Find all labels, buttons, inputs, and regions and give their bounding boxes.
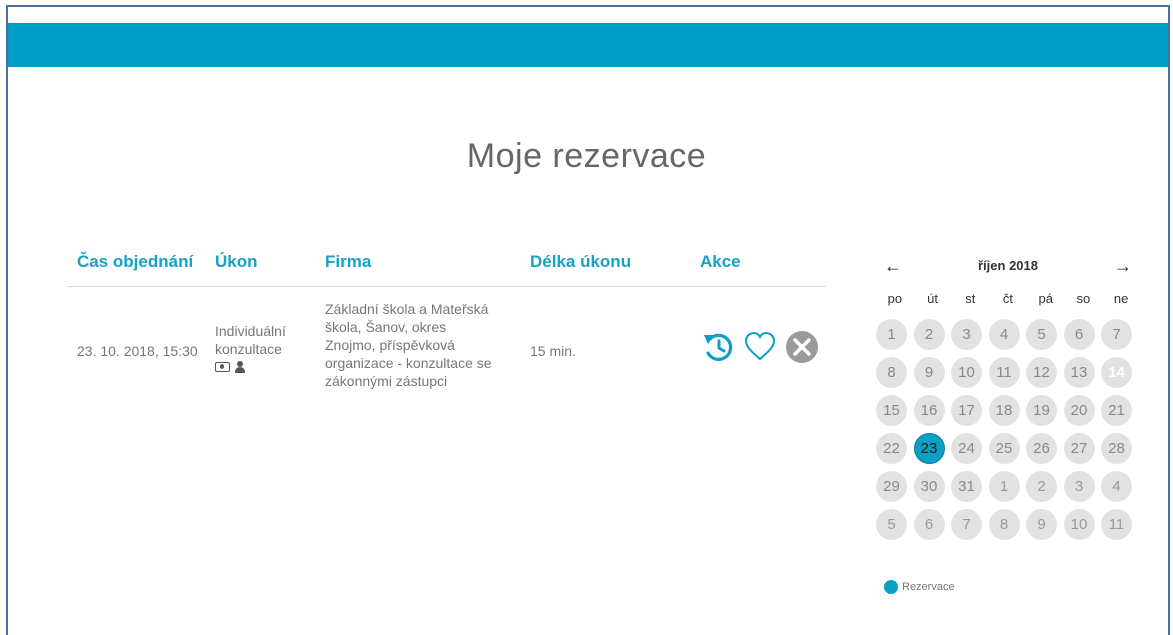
weekday-label: út <box>927 291 938 306</box>
firm-line: zákonnými zástupci <box>325 373 448 389</box>
weekday-label: st <box>965 291 976 306</box>
header-order-time[interactable]: Čas objednání <box>77 252 193 272</box>
top-bar <box>8 23 1168 67</box>
calendar-day[interactable]: 12 <box>1026 357 1057 388</box>
calendar-day[interactable]: 20 <box>1063 395 1095 426</box>
header-length[interactable]: Délka úkonu <box>530 252 631 272</box>
calendar-day[interactable]: 27 <box>1063 433 1095 464</box>
weekday-label: ne <box>1113 291 1129 306</box>
header-firm[interactable]: Firma <box>325 252 371 272</box>
weekday-label: pá <box>1038 291 1053 306</box>
calendar-day[interactable]: 16 <box>913 395 945 426</box>
calendar-day[interactable]: 9 <box>1026 509 1057 540</box>
calendar-day[interactable]: 8 <box>988 509 1020 540</box>
calendar-day[interactable]: 3 <box>951 319 982 350</box>
calendar-day[interactable]: 2 <box>1026 471 1057 502</box>
weekday-label: so <box>1076 291 1091 306</box>
calendar-day[interactable]: 4 <box>1101 471 1132 502</box>
calendar-day[interactable]: 13 <box>1063 357 1095 388</box>
calendar-day[interactable]: 10 <box>1063 509 1095 540</box>
header-actions: Akce <box>700 252 741 271</box>
calendar-day[interactable]: 18 <box>988 395 1020 426</box>
next-month-arrow-icon[interactable]: → <box>1114 255 1132 277</box>
calendar-day[interactable]: 9 <box>913 357 945 388</box>
calendar-day[interactable]: 11 <box>1101 509 1132 540</box>
service-length: 15 min. <box>530 343 576 359</box>
calendar-day[interactable]: 5 <box>876 509 907 540</box>
calendar-legend: Rezervace <box>884 580 955 594</box>
calendar-day[interactable]: 23 <box>913 433 945 464</box>
calendar-day[interactable]: 24 <box>951 433 982 464</box>
cancel-icon[interactable] <box>784 329 820 365</box>
calendar-day[interactable]: 5 <box>1026 319 1057 350</box>
firm-line: škola, Šanov, okres <box>325 319 447 335</box>
firm-cell: Základní škola a Mateřská škola, Šanov, … <box>325 300 515 390</box>
calendar-day[interactable]: 11 <box>988 357 1020 388</box>
weekday-label: po <box>887 291 903 306</box>
calendar-day[interactable]: 17 <box>951 395 982 426</box>
person-icon <box>234 361 246 373</box>
calendar-day[interactable]: 31 <box>951 471 982 502</box>
calendar-day[interactable]: 14 <box>1101 357 1132 388</box>
firm-line: organizace - konzultace se <box>325 355 492 371</box>
calendar-day[interactable]: 29 <box>876 471 907 502</box>
calendar-day[interactable]: 22 <box>876 433 907 464</box>
service-name-line2: konzultace <box>215 341 282 357</box>
reschedule-icon[interactable] <box>700 329 736 365</box>
service-name-line1: Individuální <box>215 323 286 339</box>
calendar-day[interactable]: 3 <box>1063 471 1095 502</box>
calendar-day[interactable]: 28 <box>1101 433 1132 464</box>
calendar-day[interactable]: 26 <box>1026 433 1057 464</box>
calendar: ← říjen 2018 → po út st čt pá so ne 1234… <box>876 255 1140 540</box>
firm-line: Znojmo, příspěvková <box>325 337 455 353</box>
header-divider <box>67 286 827 287</box>
weekday-label: čt <box>1002 291 1014 306</box>
legend-label: Rezervace <box>902 581 955 593</box>
calendar-day[interactable]: 25 <box>988 433 1020 464</box>
calendar-month-label: říjen 2018 <box>978 258 1038 273</box>
calendar-day[interactable]: 1 <box>988 471 1020 502</box>
calendar-day[interactable]: 6 <box>913 509 945 540</box>
calendar-day[interactable]: 21 <box>1101 395 1132 426</box>
calendar-day[interactable]: 4 <box>988 319 1020 350</box>
calendar-day[interactable]: 15 <box>876 395 907 426</box>
order-time: 23. 10. 2018, 15:30 <box>77 343 198 359</box>
header-service[interactable]: Úkon <box>215 252 258 272</box>
calendar-day[interactable]: 10 <box>951 357 982 388</box>
calendar-weekdays: po út st čt pá so ne <box>876 291 1140 306</box>
service-cell: Individuální konzultace <box>215 322 286 373</box>
calendar-day[interactable]: 8 <box>876 357 907 388</box>
calendar-day[interactable]: 2 <box>913 319 945 350</box>
firm-line: Základní škola a Mateřská <box>325 301 489 317</box>
calendar-day[interactable]: 19 <box>1026 395 1057 426</box>
money-icon <box>215 362 230 372</box>
legend-dot <box>884 580 898 594</box>
calendar-day[interactable]: 1 <box>876 319 907 350</box>
row-actions <box>700 329 820 365</box>
favorite-icon[interactable] <box>742 329 778 365</box>
calendar-day[interactable]: 7 <box>1101 319 1132 350</box>
calendar-day[interactable]: 30 <box>913 471 945 502</box>
calendar-header: ← říjen 2018 → <box>876 255 1140 279</box>
calendar-day[interactable]: 7 <box>951 509 982 540</box>
calendar-day[interactable]: 6 <box>1063 319 1095 350</box>
page-title: Moje rezervace <box>466 137 707 175</box>
calendar-grid: 1 2 3 4 5 6 7 8 9 10 11 12 13 14 15 16 17 18 19 20 21 22 23 24 2… <box>876 319 1132 540</box>
